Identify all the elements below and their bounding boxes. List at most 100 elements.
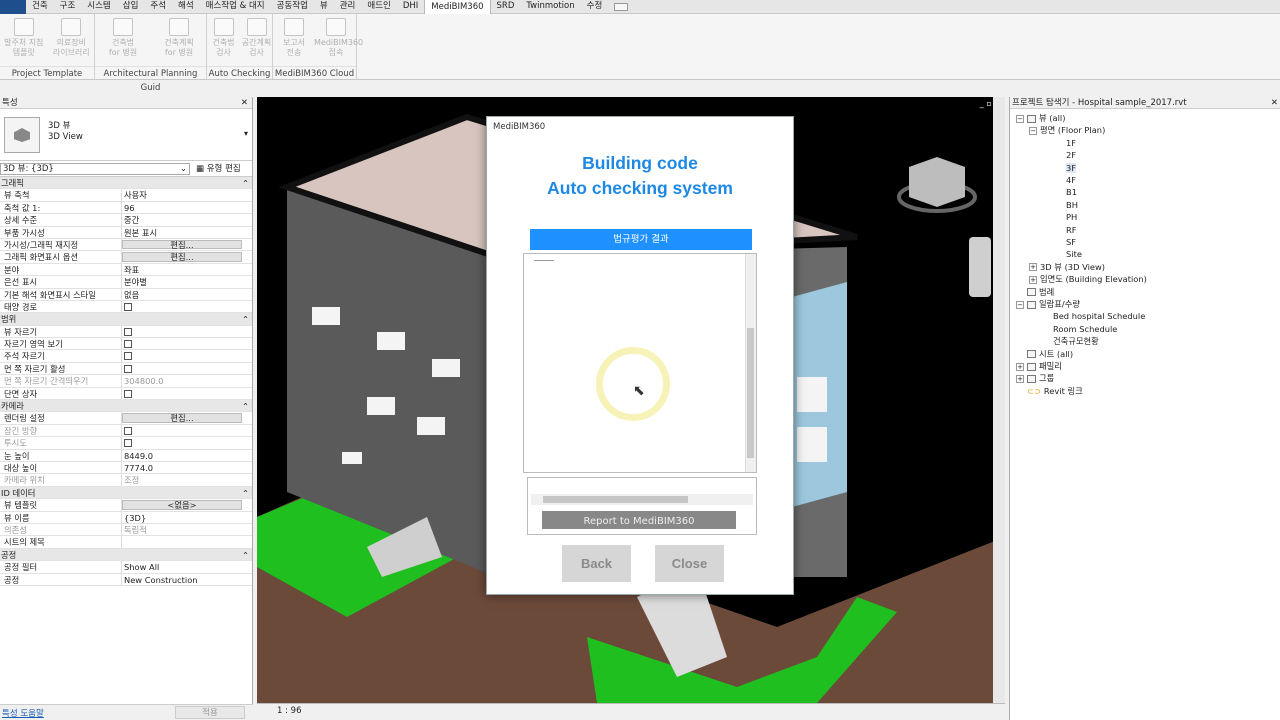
expand-icon[interactable]: − bbox=[1016, 114, 1024, 123]
browser-node[interactable]: + 패밀리 bbox=[1016, 361, 1062, 372]
menu-tab-2[interactable]: 시스템 bbox=[81, 0, 116, 14]
property-value[interactable] bbox=[122, 301, 252, 312]
browser-node[interactable]: 4F bbox=[1066, 175, 1076, 186]
menu-tab-10[interactable]: 애드인 bbox=[361, 0, 396, 14]
expand-icon[interactable]: − bbox=[1016, 300, 1024, 309]
ribbon-toggle-icon[interactable] bbox=[614, 2, 629, 11]
menu-tab-13[interactable]: SRD bbox=[491, 0, 521, 14]
edit-button[interactable]: 편집... bbox=[122, 413, 242, 423]
menu-tab-4[interactable]: 주석 bbox=[144, 0, 172, 14]
property-value[interactable] bbox=[122, 338, 252, 349]
browser-node[interactable]: Bed hospital Schedule bbox=[1053, 311, 1145, 322]
property-category[interactable]: 공정 ⌃ bbox=[0, 548, 252, 562]
checkbox[interactable] bbox=[124, 327, 132, 336]
property-value[interactable]: 조정 bbox=[122, 474, 252, 485]
property-value[interactable] bbox=[122, 350, 252, 361]
app-menu-button[interactable] bbox=[0, 0, 26, 14]
checkbox[interactable] bbox=[124, 340, 132, 349]
edit-button[interactable]: 편집... bbox=[122, 239, 242, 250]
result-scrollbar[interactable] bbox=[745, 254, 756, 472]
browser-node[interactable]: − 일람표/수량 bbox=[1016, 299, 1080, 310]
property-value[interactable] bbox=[122, 388, 252, 399]
browser-node[interactable]: +3D 뷰 (3D View) bbox=[1029, 262, 1105, 273]
property-category[interactable]: 그래픽 ⌃ bbox=[0, 177, 252, 190]
expand-icon[interactable]: + bbox=[1029, 275, 1037, 284]
checkbox[interactable] bbox=[124, 426, 132, 435]
browser-node[interactable]: + 입면도 (Building Elevation) bbox=[1029, 274, 1147, 285]
ribbon-button-0-1[interactable]: 의료장비 라이브러리 bbox=[49, 18, 93, 58]
ribbon-button-1-1[interactable]: 건축계획 for 병원 bbox=[157, 18, 201, 58]
report-horizontal-scrollbar[interactable] bbox=[531, 494, 753, 505]
menu-tab-6[interactable]: 매스작업 & 대지 bbox=[200, 0, 271, 14]
property-value[interactable]: 분야별 bbox=[122, 276, 252, 287]
properties-help-link[interactable]: 특성 도움말 bbox=[2, 707, 44, 719]
browser-node[interactable]: SF bbox=[1066, 237, 1076, 248]
browser-node[interactable]: − 뷰 (all) bbox=[1016, 113, 1065, 124]
property-value[interactable]: 없음 bbox=[122, 289, 252, 300]
browser-node[interactable]: PH bbox=[1066, 212, 1077, 223]
browser-node[interactable]: 1F bbox=[1066, 138, 1076, 149]
property-category[interactable]: 범위 ⌃ bbox=[0, 313, 252, 326]
browser-node[interactable]: 3F bbox=[1066, 162, 1077, 174]
property-value[interactable]: 사용자 bbox=[122, 189, 252, 200]
browser-node[interactable]: 범례 bbox=[1027, 287, 1054, 298]
property-value[interactable]: 좌표 bbox=[122, 264, 252, 275]
menu-tab-5[interactable]: 해석 bbox=[172, 0, 200, 14]
browser-node[interactable]: RF bbox=[1066, 225, 1077, 236]
browser-node[interactable]: 2F bbox=[1066, 150, 1076, 161]
checkbox[interactable] bbox=[124, 302, 132, 311]
property-category[interactable]: ID 데이터 ⌃ bbox=[0, 486, 252, 500]
browser-node[interactable]: 시트 (all) bbox=[1027, 349, 1073, 360]
browser-node[interactable]: B1 bbox=[1066, 187, 1077, 198]
property-value[interactable]: 원본 표시 bbox=[122, 227, 252, 238]
report-scroll-thumb[interactable] bbox=[543, 496, 688, 503]
view-selector[interactable]: 3D 뷰: {3D} ⌄ bbox=[0, 163, 190, 175]
menu-tab-8[interactable]: 뷰 bbox=[314, 0, 334, 14]
property-value[interactable]: {3D} bbox=[122, 512, 252, 523]
navigation-bar[interactable] bbox=[969, 237, 991, 297]
ribbon-button-3-1[interactable]: MediBIM360 접속 bbox=[314, 18, 363, 58]
result-scroll-thumb[interactable] bbox=[747, 328, 754, 458]
type-dropdown-icon[interactable]: ▾ bbox=[244, 129, 248, 138]
property-value[interactable] bbox=[122, 425, 252, 436]
browser-node[interactable]: Room Schedule bbox=[1053, 324, 1117, 335]
apply-button[interactable]: 적용 bbox=[175, 706, 245, 719]
checkbox[interactable] bbox=[124, 439, 132, 448]
property-value[interactable]: 8449.0 bbox=[122, 450, 252, 461]
collapse-icon[interactable]: ⌃ bbox=[240, 400, 252, 411]
property-value[interactable]: 96 bbox=[122, 202, 252, 213]
property-value[interactable]: 중간 bbox=[122, 214, 252, 225]
property-value[interactable] bbox=[122, 326, 252, 337]
collapse-icon[interactable]: ⌃ bbox=[240, 487, 252, 498]
checkbox[interactable] bbox=[124, 352, 132, 361]
browser-node[interactable]: BH bbox=[1066, 200, 1078, 211]
expand-icon[interactable]: − bbox=[1029, 126, 1037, 135]
property-value[interactable]: 편집... bbox=[122, 412, 252, 423]
view-cube[interactable] bbox=[897, 157, 977, 213]
expand-icon[interactable]: + bbox=[1016, 362, 1024, 371]
property-value[interactable]: 304800.0 bbox=[122, 375, 252, 386]
type-selector[interactable]: 3D 뷰 3D View ▾ bbox=[0, 109, 252, 161]
menu-tab-9[interactable]: 관리 bbox=[334, 0, 362, 14]
property-category[interactable]: 카메라 ⌃ bbox=[0, 400, 252, 413]
menu-tab-0[interactable]: 건축 bbox=[26, 0, 54, 14]
edit-button[interactable]: 편집... bbox=[122, 252, 242, 262]
property-value[interactable] bbox=[122, 437, 252, 448]
report-button[interactable]: Report to MediBIM360 bbox=[542, 511, 736, 529]
browser-node[interactable]: 건축규모현황 bbox=[1053, 336, 1099, 347]
ribbon-button-0-0[interactable]: 발주처 지침 템플릿 bbox=[2, 18, 46, 58]
menu-tab-12[interactable]: MediBIM360 bbox=[424, 0, 491, 14]
view-scale[interactable]: 1 : 96 bbox=[277, 706, 302, 716]
property-value[interactable] bbox=[122, 363, 252, 374]
property-value[interactable]: 7774.0 bbox=[122, 462, 252, 473]
expand-icon[interactable]: + bbox=[1016, 374, 1024, 383]
menu-tab-15[interactable]: 수정 bbox=[581, 0, 609, 14]
property-value[interactable] bbox=[122, 536, 252, 547]
property-value[interactable]: 독립적 bbox=[122, 524, 252, 535]
menu-tab-11[interactable]: DHI bbox=[397, 0, 424, 14]
close-button[interactable]: Close bbox=[655, 545, 724, 582]
checkbox[interactable] bbox=[124, 364, 132, 373]
property-value[interactable]: <없음> bbox=[122, 499, 252, 510]
expand-icon[interactable]: + bbox=[1029, 263, 1037, 272]
property-value[interactable]: Show All bbox=[122, 561, 252, 572]
